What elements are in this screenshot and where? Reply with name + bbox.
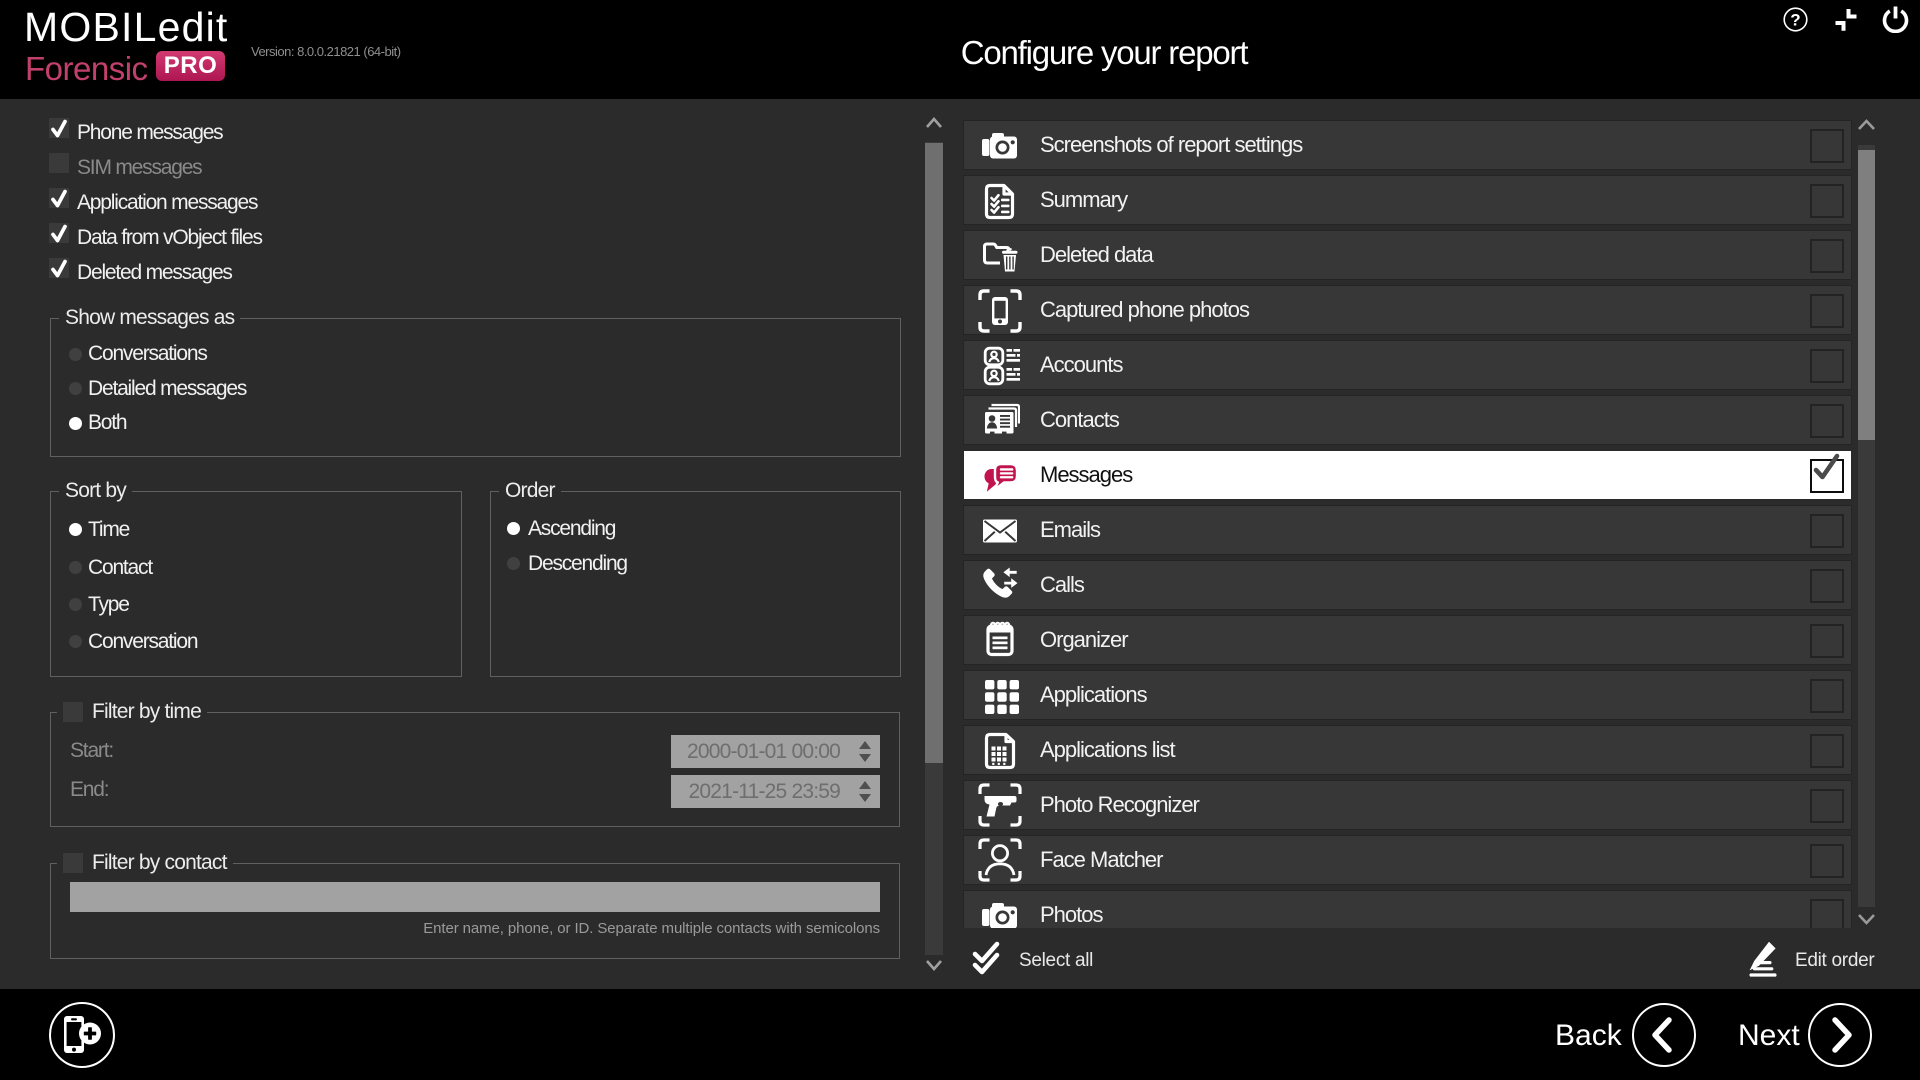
svg-text:?: ? [1790,11,1800,30]
